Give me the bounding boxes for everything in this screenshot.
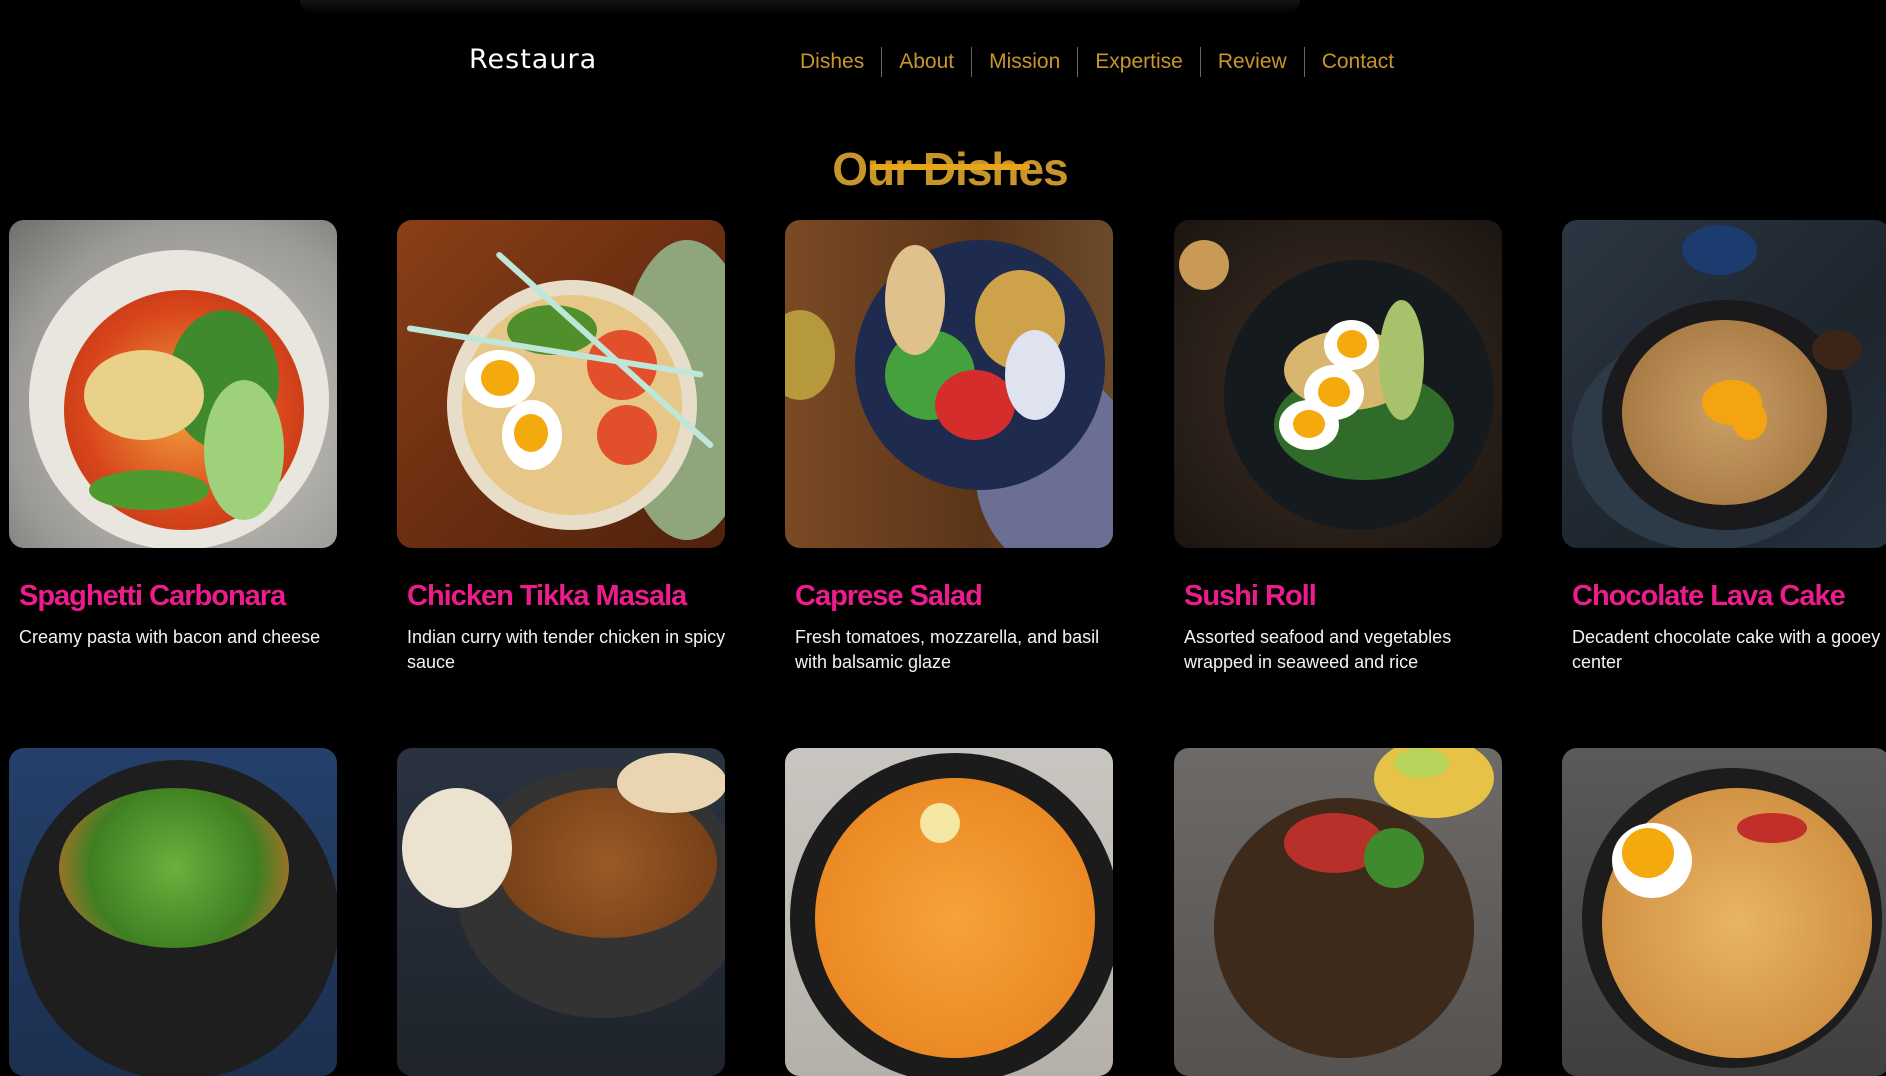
lime bbox=[1394, 748, 1449, 778]
dish-description: Creamy pasta with bacon and cheese bbox=[19, 627, 321, 647]
dish-name: Caprese Salad bbox=[795, 580, 983, 612]
dish-name: Chocolate Lava Cake bbox=[1572, 580, 1846, 612]
salad bbox=[59, 788, 289, 948]
dish-card-chicken-tikka-masala[interactable]: Chicken Tikka Masala Indian curry with t… bbox=[397, 220, 725, 672]
dish-photo[interactable] bbox=[397, 220, 725, 548]
dish-card-caprese-salad[interactable]: Caprese Salad Fresh tomatoes, mozzarella… bbox=[785, 220, 1113, 672]
snow-pea bbox=[89, 470, 209, 510]
yogurt bbox=[1005, 330, 1065, 420]
dish-photo[interactable] bbox=[785, 220, 1113, 548]
chili bbox=[1737, 813, 1807, 843]
avocado bbox=[1379, 300, 1424, 420]
main-nav: Dishes About Mission Expertise Review Co… bbox=[800, 45, 1411, 78]
dish-photo[interactable] bbox=[1174, 748, 1502, 1076]
bread-slice bbox=[1179, 240, 1229, 290]
dish-photo[interactable] bbox=[1562, 220, 1886, 548]
dish-name: Chicken Tikka Masala bbox=[407, 580, 687, 612]
dish-description: Indian curry with tender chicken in spic… bbox=[407, 627, 726, 672]
greens bbox=[1364, 828, 1424, 888]
tomatoes bbox=[935, 370, 1015, 440]
dish-card-row2-3[interactable] bbox=[785, 748, 1113, 1076]
dish-card-row2-1[interactable] bbox=[9, 748, 337, 1076]
dish-photo[interactable] bbox=[785, 748, 1113, 1076]
dish-card-row2-2[interactable] bbox=[397, 748, 725, 1076]
naan bbox=[402, 788, 512, 908]
shrimp bbox=[597, 405, 657, 465]
dish-card-row2-5[interactable] bbox=[1562, 748, 1886, 1076]
dish-card-sushi-roll[interactable]: Sushi Roll Assorted seafood and vegetabl… bbox=[1174, 220, 1502, 672]
nav-review[interactable]: Review bbox=[1201, 45, 1304, 78]
dish-card-spaghetti-carbonara[interactable]: Spaghetti Carbonara Creamy pasta with ba… bbox=[9, 220, 337, 647]
nav-dishes[interactable]: Dishes bbox=[800, 45, 881, 78]
egg-yolk bbox=[514, 414, 548, 452]
pita bbox=[885, 245, 945, 355]
logo[interactable]: Restaura bbox=[469, 44, 597, 75]
egg-yolk bbox=[481, 360, 519, 396]
dish-photo[interactable] bbox=[397, 748, 725, 1076]
header-glow bbox=[300, 0, 1300, 14]
lemon-slice bbox=[920, 803, 960, 843]
blueberry-bowl bbox=[1682, 225, 1757, 275]
bok-choy-stem bbox=[204, 380, 284, 520]
egg-yolk bbox=[1337, 330, 1367, 358]
nav-expertise[interactable]: Expertise bbox=[1078, 45, 1200, 78]
dish-card-chocolate-lava-cake[interactable]: Chocolate Lava Cake Decadent chocolate c… bbox=[1562, 220, 1886, 672]
noodles bbox=[84, 350, 204, 440]
dish-description: Assorted seafood and vegetables wrapped … bbox=[1184, 627, 1452, 672]
dish-card-row2-4[interactable] bbox=[1174, 748, 1502, 1076]
nav-about[interactable]: About bbox=[882, 45, 971, 78]
dish-description: Decadent chocolate cake with a gooey cen… bbox=[1572, 627, 1881, 672]
dish-photo[interactable] bbox=[9, 220, 337, 548]
flatbread bbox=[617, 753, 725, 813]
dish-photo[interactable] bbox=[1174, 220, 1502, 548]
title-underline bbox=[870, 164, 1030, 170]
chocolate-pieces bbox=[1812, 330, 1862, 370]
dish-description: Fresh tomatoes, mozzarella, and basil wi… bbox=[795, 627, 1100, 672]
egg-yolk bbox=[1293, 410, 1325, 438]
chickpea-bowl bbox=[785, 310, 835, 400]
orange-slice bbox=[1732, 400, 1767, 440]
dish-photo[interactable] bbox=[1562, 748, 1886, 1076]
dish-photo[interactable] bbox=[9, 748, 337, 1076]
dish-name: Spaghetti Carbonara bbox=[19, 580, 286, 612]
dish-name: Sushi Roll bbox=[1184, 580, 1317, 612]
nav-contact[interactable]: Contact bbox=[1305, 45, 1411, 78]
egg-yolk bbox=[1622, 828, 1674, 878]
nav-mission[interactable]: Mission bbox=[972, 45, 1077, 78]
